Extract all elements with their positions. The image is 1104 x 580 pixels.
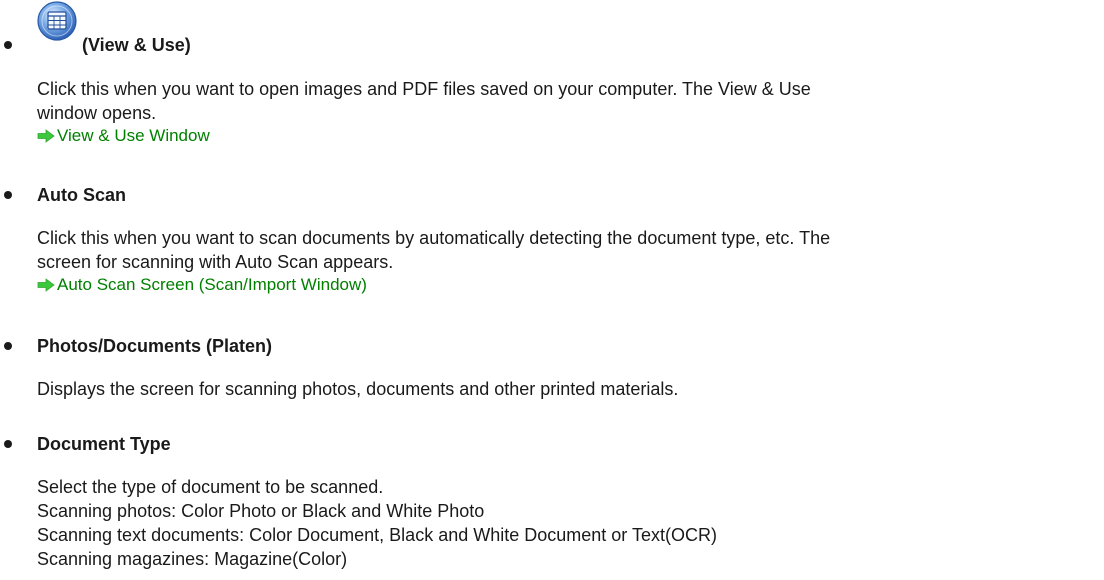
body-line: screen for scanning with Auto Scan appea… [37, 252, 394, 272]
link-label: Auto Scan Screen (Scan/Import Window) [57, 275, 367, 294]
section-heading: Document Type [37, 434, 171, 454]
body-line: Scanning text documents: Color Document,… [37, 525, 717, 545]
body-line: Scanning magazines: Magazine(Color) [37, 549, 348, 569]
body-line: Scanning photos: Color Photo or Black an… [37, 501, 485, 521]
section-body: Click this when you want to open images … [37, 77, 1097, 147]
section-heading: (View & Use) [82, 35, 191, 55]
bullet [4, 41, 12, 49]
body-line: window opens. [37, 103, 157, 123]
arrow-right-icon [37, 278, 55, 292]
section-body: Displays the screen for scanning photos,… [37, 377, 1097, 401]
link-label: View & Use Window [57, 126, 210, 145]
section-body: Click this when you want to scan documen… [37, 226, 1097, 296]
view-and-use-icon [37, 1, 77, 41]
arrow-right-icon [37, 129, 55, 143]
section-heading: Auto Scan [37, 185, 127, 205]
body-line: Select the type of document to be scanne… [37, 477, 384, 497]
section-heading: Photos/Documents (Platen) [37, 336, 273, 356]
body-line: Click this when you want to scan documen… [37, 228, 831, 248]
bullet [4, 191, 12, 199]
section-body: Select the type of document to be scanne… [37, 475, 1097, 571]
auto-scan-screen-link[interactable]: Auto Scan Screen (Scan/Import Window) [37, 274, 1097, 296]
body-line: Click this when you want to open images … [37, 79, 811, 99]
view-and-use-window-link[interactable]: View & Use Window [37, 125, 1097, 147]
body-line: Displays the screen for scanning photos,… [37, 379, 679, 399]
bullet [4, 342, 12, 350]
bullet [4, 440, 12, 448]
